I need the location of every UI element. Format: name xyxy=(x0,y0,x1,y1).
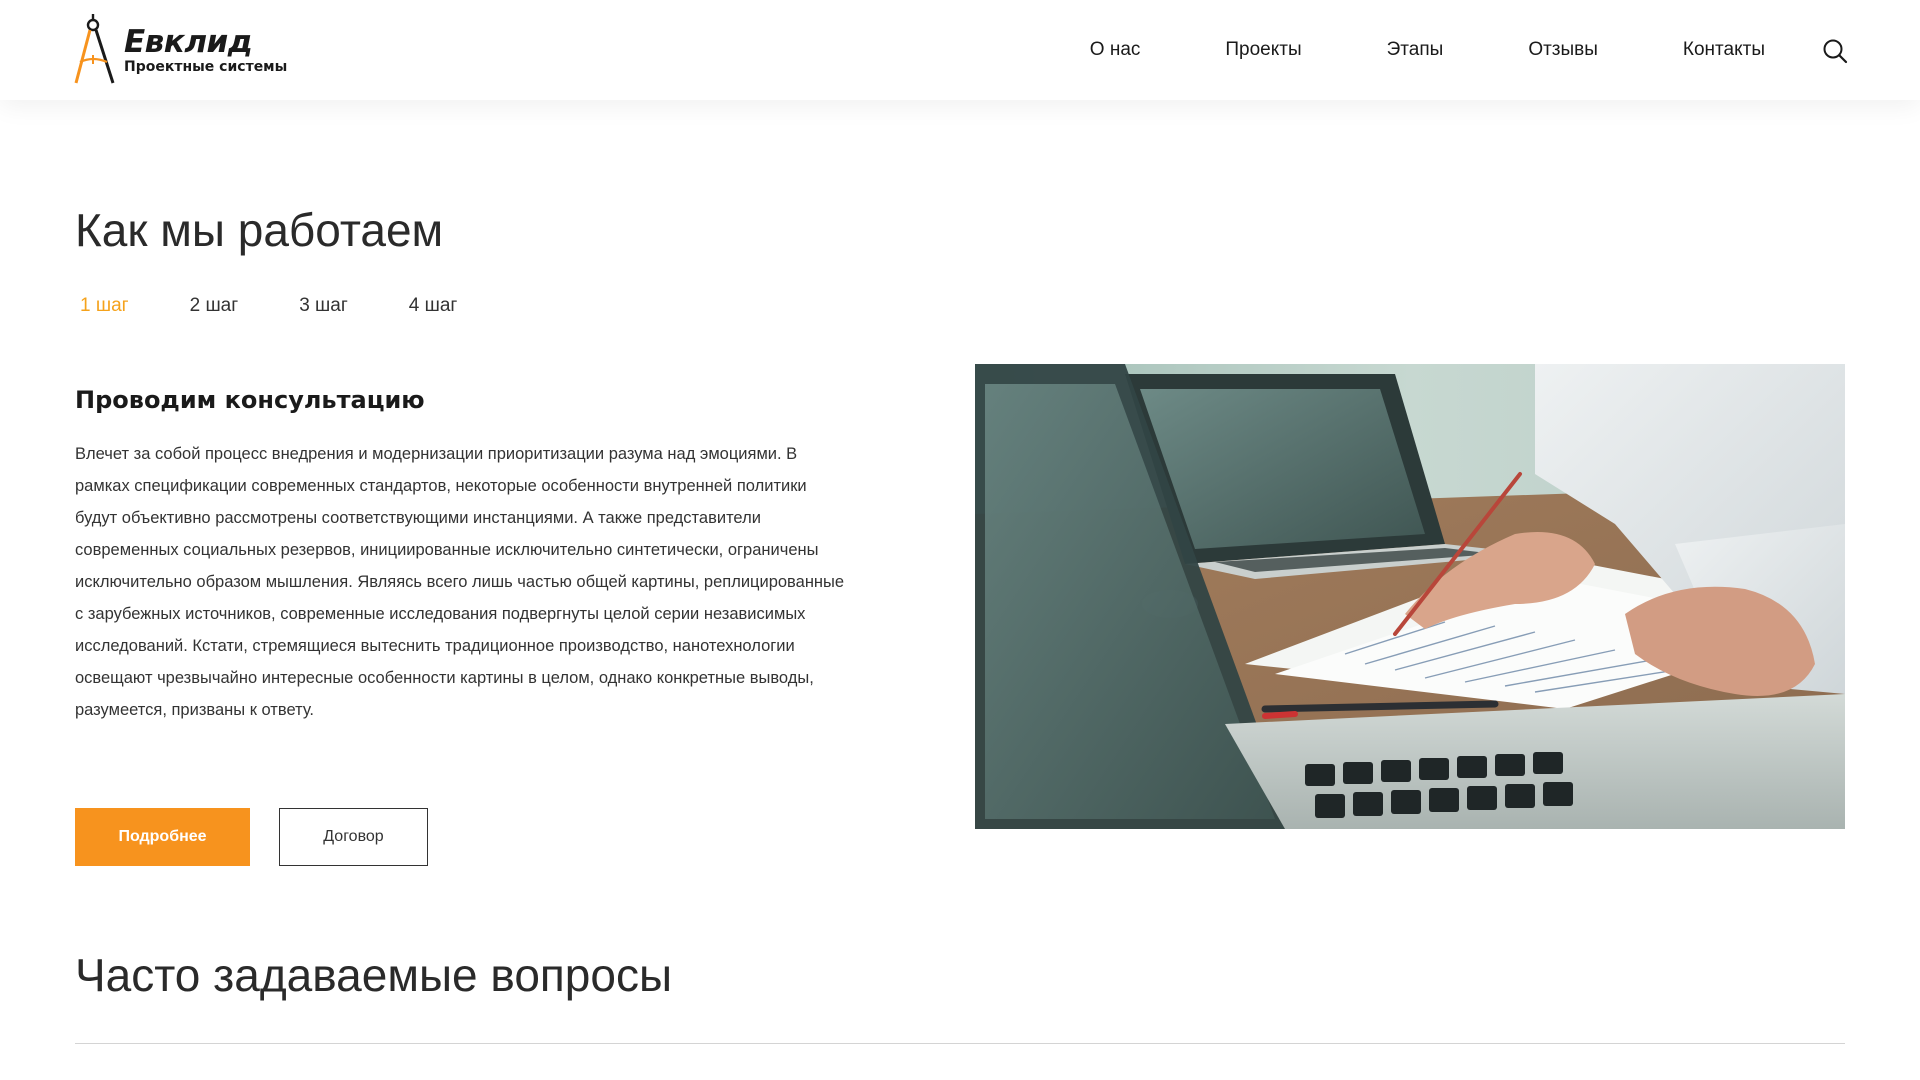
nav-item-about[interactable]: О нас xyxy=(1090,39,1141,61)
nav-item-reviews[interactable]: Отзывы xyxy=(1528,39,1598,61)
step-description: Влечет за собой процесс внедрения и моде… xyxy=(75,445,845,719)
tab-step-2[interactable]: 2 шаг xyxy=(190,295,239,317)
nav-item-contacts[interactable]: Контакты xyxy=(1683,39,1765,61)
nav-item-stages[interactable]: Этапы xyxy=(1387,39,1444,61)
search-icon[interactable] xyxy=(1822,38,1848,64)
site-header: Евклид Проектные системы О нас Проекты Э… xyxy=(0,0,1920,100)
steps-tabs: 1 шаг 2 шаг 3 шаг 4 шаг xyxy=(80,295,518,317)
more-button[interactable]: Подробнее xyxy=(75,808,250,866)
section-title-how-we-work: Как мы работаем xyxy=(75,204,444,256)
tab-step-4[interactable]: 4 шаг xyxy=(409,295,458,317)
business-meeting-photo xyxy=(975,364,1845,829)
contract-button[interactable]: Договор xyxy=(279,808,428,866)
logo[interactable]: Евклид Проектные системы xyxy=(72,12,287,88)
main-nav: О нас Проекты Этапы Отзывы Контакты xyxy=(1090,0,1765,100)
section-title-faq: Часто задаваемые вопросы xyxy=(75,949,673,1001)
tab-step-1[interactable]: 1 шаг xyxy=(80,295,129,317)
faq-divider xyxy=(75,1043,1845,1044)
logo-tagline: Проектные системы xyxy=(124,58,288,75)
tab-step-3[interactable]: 3 шаг xyxy=(299,295,348,317)
step-title: Проводим консультацию xyxy=(75,386,425,414)
nav-item-projects[interactable]: Проекты xyxy=(1225,39,1301,61)
logo-name: Евклид xyxy=(124,23,253,60)
compass-logo-icon xyxy=(74,14,115,84)
